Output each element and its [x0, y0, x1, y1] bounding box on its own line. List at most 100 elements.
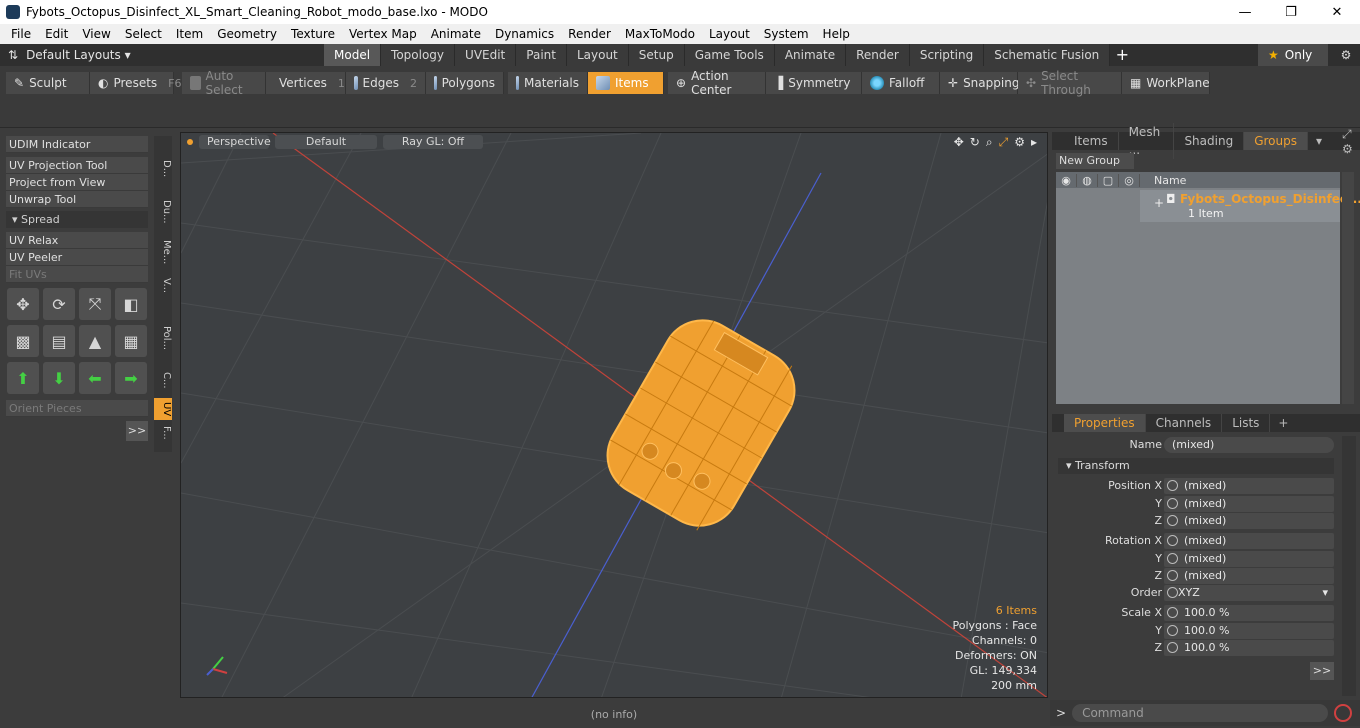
tab-render[interactable]: Render	[846, 44, 910, 66]
3d-viewport[interactable]: Perspective Default Ray GL: Off ✥ ↻ ⌕ ⤢ …	[180, 132, 1048, 698]
auto-select-button[interactable]: Auto Select	[182, 69, 266, 97]
more-tools-button[interactable]: >>	[126, 421, 148, 441]
default-layouts-dropdown[interactable]: ⇅ Default Layouts ▾	[0, 48, 180, 62]
uv-peeler-button[interactable]: UV Peeler	[6, 249, 148, 266]
tab-animate[interactable]: Animate	[774, 44, 847, 66]
tab-lists[interactable]: Lists	[1222, 414, 1271, 432]
panel-expand-icon[interactable]: ⤢ ⚙	[1342, 127, 1360, 156]
viewport-options-dot[interactable]	[187, 139, 193, 145]
scale-y-field[interactable]: 100.0 %	[1164, 623, 1334, 639]
orient-pieces-button[interactable]: Orient Pieces	[6, 400, 148, 417]
restore-button[interactable]: ❐	[1268, 0, 1314, 24]
uv-cube-map-icon[interactable]: ▩	[7, 325, 39, 357]
workplane-button[interactable]: ▦ WorkPlane	[1122, 72, 1210, 94]
presets-button[interactable]: ◐ Presets F6	[90, 72, 181, 94]
lock-icon[interactable]: ▢	[1098, 173, 1119, 187]
vtab-v[interactable]: V...	[154, 278, 172, 293]
radio-icon[interactable]	[1167, 553, 1178, 564]
gear-icon[interactable]: ⚙	[1332, 44, 1360, 66]
command-input[interactable]: Command	[1072, 704, 1329, 722]
radio-icon[interactable]	[1167, 515, 1178, 526]
viewport-more-icon[interactable]: ▸	[1031, 135, 1037, 150]
position-x-field[interactable]: (mixed)	[1164, 478, 1334, 494]
vtab-d[interactable]: D...	[154, 160, 172, 177]
position-y-field[interactable]: (mixed)	[1164, 496, 1334, 512]
vtab-pol[interactable]: Pol...	[154, 326, 172, 350]
tab-topology[interactable]: Topology	[381, 44, 456, 66]
radio-icon[interactable]	[1167, 607, 1178, 618]
menu-file[interactable]: File	[4, 27, 38, 41]
uv-relax-button[interactable]: UV Relax	[6, 232, 148, 249]
uv-pyramid-icon[interactable]: ▲	[79, 325, 111, 357]
uv-grid-icon[interactable]: ▦	[115, 325, 147, 357]
stop-icon[interactable]	[1334, 704, 1353, 722]
viewport-gear-icon[interactable]: ⚙	[1014, 135, 1025, 150]
zoom-icon[interactable]: ⌕	[986, 135, 993, 150]
rotation-z-field[interactable]: (mixed)	[1164, 568, 1334, 584]
vtab-uv[interactable]: UV	[154, 398, 172, 420]
snapping-button[interactable]: ✛ Snapping	[940, 72, 1019, 94]
tab-game-tools[interactable]: Game Tools	[684, 44, 775, 66]
vtab-me[interactable]: Me...	[154, 240, 172, 264]
action-center-button[interactable]: ⊕ Action Center	[668, 69, 766, 97]
add-tab-icon[interactable]: +	[1110, 44, 1134, 66]
panel-menu-icon[interactable]: ▾	[1316, 134, 1322, 148]
radio-icon[interactable]	[1167, 587, 1178, 598]
uv-planar-icon[interactable]: ▤	[43, 325, 75, 357]
vtab-du[interactable]: Du...	[154, 200, 172, 224]
materials-button[interactable]: Materials	[508, 72, 588, 94]
pan-icon[interactable]: ✥	[954, 135, 964, 150]
arrow-down-icon[interactable]: ⬇	[43, 362, 75, 394]
render-icon[interactable]: ◍	[1077, 173, 1098, 187]
unwrap-tool-button[interactable]: Unwrap Tool	[6, 191, 148, 208]
tab-shading[interactable]: Shading	[1174, 132, 1245, 150]
radio-icon[interactable]	[1167, 480, 1178, 491]
fit-uvs-button[interactable]: Fit UVs	[6, 266, 148, 283]
menu-system[interactable]: System	[757, 27, 816, 41]
radio-icon[interactable]	[1167, 570, 1178, 581]
tab-setup[interactable]: Setup	[628, 44, 685, 66]
properties-side-strip[interactable]	[1342, 436, 1356, 696]
rotation-y-field[interactable]: (mixed)	[1164, 551, 1334, 567]
menu-render[interactable]: Render	[561, 27, 618, 41]
falloff-button[interactable]: Falloff	[862, 72, 940, 94]
maximize-icon[interactable]: ⤢	[999, 135, 1009, 150]
properties-more-button[interactable]: >>	[1310, 662, 1334, 680]
scale-z-field[interactable]: 100.0 %	[1164, 640, 1334, 656]
tab-layout[interactable]: Layout	[566, 44, 629, 66]
close-button[interactable]: ✕	[1314, 0, 1360, 24]
project-from-view-button[interactable]: Project from View	[6, 174, 148, 191]
group-row[interactable]: + ◘ Fybots_Octopus_Disinfect... 1 Item	[1140, 190, 1360, 222]
menu-help[interactable]: Help	[816, 27, 857, 41]
arrow-up-icon[interactable]: ⬆	[7, 362, 39, 394]
arrow-right-icon[interactable]: ➡	[115, 362, 147, 394]
menu-select[interactable]: Select	[118, 27, 169, 41]
expand-plus-icon[interactable]: +	[1154, 196, 1164, 210]
menu-dynamics[interactable]: Dynamics	[488, 27, 561, 41]
vtab-f[interactable]: F...	[154, 426, 172, 440]
menu-maxtomodo[interactable]: MaxToModo	[618, 27, 702, 41]
tab-groups[interactable]: Groups	[1244, 132, 1308, 150]
tab-schematic-fusion[interactable]: Schematic Fusion	[984, 44, 1111, 66]
radio-icon[interactable]	[1167, 498, 1178, 509]
menu-vertex-map[interactable]: Vertex Map	[342, 27, 424, 41]
visibility-eye-icon[interactable]: ◉	[1056, 173, 1077, 187]
raygl-toggle[interactable]: Ray GL: Off	[383, 135, 483, 149]
tab-model[interactable]: Model	[324, 44, 382, 66]
uv-projection-tool-button[interactable]: UV Projection Tool	[6, 157, 148, 174]
groups-scrollbar[interactable]	[1342, 172, 1354, 404]
select-icon[interactable]: ◎	[1119, 173, 1140, 187]
menu-animate[interactable]: Animate	[424, 27, 488, 41]
shading-dropdown[interactable]: Default	[275, 135, 377, 149]
edges-button[interactable]: Edges 2	[346, 72, 426, 94]
tab-uvedit[interactable]: UVEdit	[455, 44, 517, 66]
only-toggle[interactable]: ★ Only	[1258, 44, 1328, 66]
items-button[interactable]: Items	[588, 72, 664, 94]
robot-wireframe-mesh[interactable]	[593, 306, 809, 541]
spread-section-header[interactable]: ▾ Spread	[6, 211, 148, 228]
menu-texture[interactable]: Texture	[284, 27, 342, 41]
menu-view[interactable]: View	[75, 27, 117, 41]
view-type-dropdown[interactable]: Perspective	[199, 135, 271, 149]
transform-section-header[interactable]: ▾ Transform	[1058, 458, 1334, 474]
menu-geometry[interactable]: Geometry	[210, 27, 284, 41]
